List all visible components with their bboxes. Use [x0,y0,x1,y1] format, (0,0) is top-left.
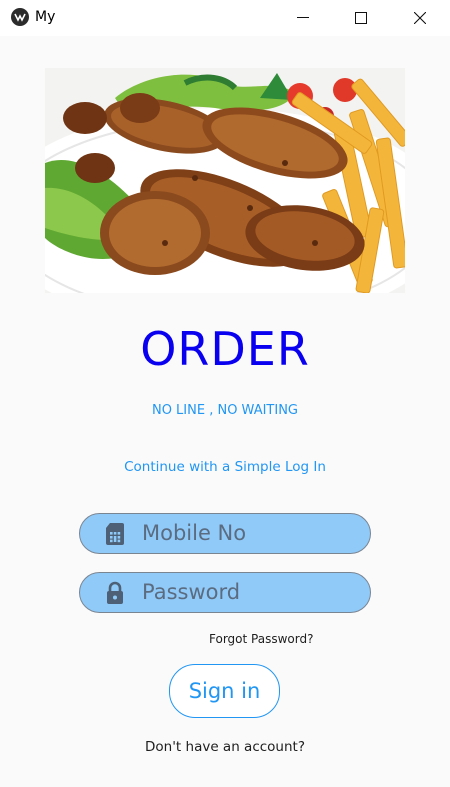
tagline: NO LINE , NO WAITING [151,403,299,418]
login-hint: Continue with a Simple Log In [124,459,326,475]
mobile-number-field[interactable] [79,513,371,554]
password-input[interactable] [142,573,357,611]
mobile-number-input[interactable] [142,514,357,552]
signup-link[interactable]: Don't have an account? [0,739,450,755]
sim-card-icon [106,523,124,545]
window-title: My [35,9,56,25]
title-bar: My [0,0,450,36]
password-field[interactable] [79,572,371,613]
app-logo-icon [11,8,29,26]
maximize-button[interactable] [338,0,384,36]
minimize-button[interactable] [280,0,326,36]
minimize-icon [297,17,309,18]
maximize-icon [355,12,367,24]
close-button[interactable] [397,0,443,36]
app-brand-title: ORDER [140,322,310,376]
food-hero-image [45,68,405,293]
close-icon [414,12,426,24]
forgot-password-link[interactable]: Forgot Password? [209,632,313,646]
lock-icon [107,581,123,604]
sign-in-button[interactable]: Sign in [169,664,280,718]
